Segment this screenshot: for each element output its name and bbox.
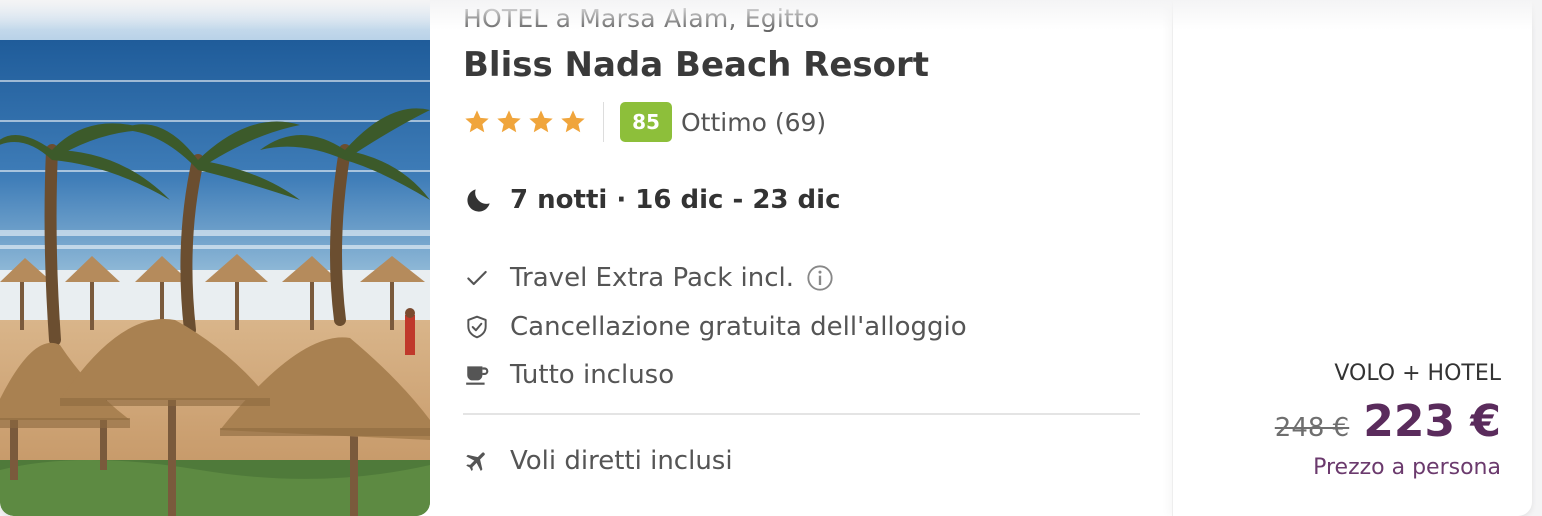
old-price: 248 € bbox=[1274, 413, 1350, 443]
price-per-person-label: Prezzo a persona bbox=[1313, 455, 1501, 480]
star-icon bbox=[529, 110, 553, 133]
feature-travel-extra-pack: Travel Extra Pack incl. bbox=[463, 260, 834, 296]
rating-row: 85 Ottimo (69) bbox=[463, 102, 826, 142]
stay-summary: 7 notti · 16 dic - 23 dic bbox=[510, 185, 841, 215]
feature-label: Tutto incluso bbox=[510, 360, 675, 390]
hotel-offer-card[interactable]: HOTEL a Marsa Alam, Egitto Bliss Nada Be… bbox=[0, 0, 1532, 516]
feature-direct-flights: Voli diretti inclusi bbox=[463, 443, 733, 479]
review-score-badge[interactable]: 85 bbox=[620, 102, 672, 142]
rating-divider bbox=[603, 102, 604, 142]
feature-all-inclusive: Tutto incluso bbox=[463, 357, 674, 393]
moon-icon bbox=[467, 189, 490, 212]
feature-label: Cancellazione gratuita dell'alloggio bbox=[510, 312, 967, 342]
stay-dates: 7 notti · 16 dic - 23 dic bbox=[463, 180, 841, 220]
current-price[interactable]: 223 € bbox=[1363, 396, 1501, 447]
coffee-cup-icon bbox=[463, 361, 491, 389]
star-icon bbox=[561, 110, 585, 133]
check-icon bbox=[463, 264, 491, 292]
feature-free-cancellation: Cancellazione gratuita dell'alloggio bbox=[463, 309, 967, 345]
star-icon bbox=[465, 110, 489, 133]
flights-label: Voli diretti inclusi bbox=[510, 446, 733, 476]
feature-label: Travel Extra Pack incl. bbox=[510, 263, 794, 293]
section-divider bbox=[463, 413, 1140, 415]
hotel-info: HOTEL a Marsa Alam, Egitto Bliss Nada Be… bbox=[463, 0, 1143, 516]
price-row: 248 € 223 € bbox=[1275, 396, 1501, 447]
hotel-beach-image bbox=[0, 0, 430, 516]
price-panel[interactable]: VOLO + HOTEL 248 € 223 € Prezzo a person… bbox=[1172, 0, 1532, 516]
review-score-label[interactable]: Ottimo (69) bbox=[681, 108, 826, 137]
hotel-location: HOTEL a Marsa Alam, Egitto bbox=[463, 4, 820, 33]
info-icon[interactable] bbox=[806, 264, 834, 292]
star-icon bbox=[497, 110, 521, 133]
package-type: VOLO + HOTEL bbox=[1334, 361, 1501, 386]
star-rating bbox=[463, 108, 587, 136]
shield-check-icon bbox=[463, 313, 491, 341]
hotel-name[interactable]: Bliss Nada Beach Resort bbox=[463, 45, 929, 85]
airplane-icon bbox=[463, 447, 491, 475]
hotel-photo[interactable] bbox=[0, 0, 430, 516]
